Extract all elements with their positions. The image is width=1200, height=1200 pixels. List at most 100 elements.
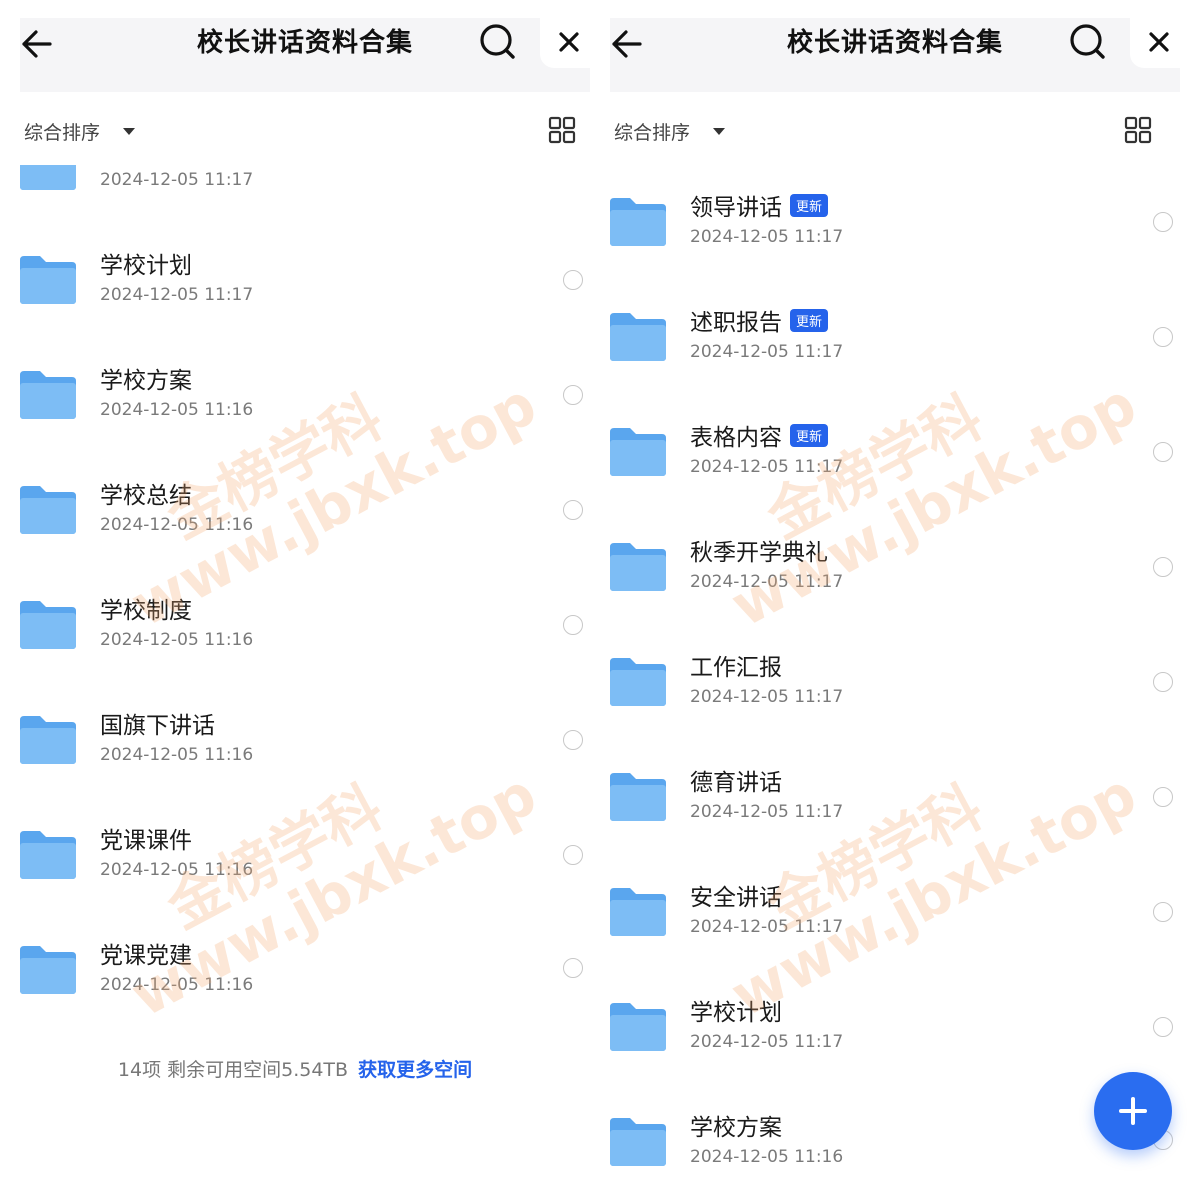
close-button[interactable] xyxy=(540,18,590,68)
item-date: 2024-12-05 11:16 xyxy=(100,860,254,880)
list-item[interactable]: 党课党建 2024-12-05 11:16 xyxy=(0,930,590,1030)
item-date: 2024-12-05 11:16 xyxy=(690,1147,844,1167)
list-item[interactable]: 学校计划 2024-12-05 11:17 xyxy=(610,987,1200,1087)
item-date: 2024-12-05 11:17 xyxy=(100,170,254,190)
plus-icon xyxy=(1131,1097,1135,1125)
item-date: 2024-12-05 11:16 xyxy=(100,400,254,420)
file-list: 2024-12-05 11:17 学校计划 2024-12-05 11:17 学… xyxy=(0,0,590,1200)
item-name-row: 表格内容 更新 xyxy=(690,418,829,452)
caret-down-icon[interactable] xyxy=(123,128,135,135)
item-date: 2024-12-05 11:17 xyxy=(690,687,844,707)
select-radio[interactable] xyxy=(1153,787,1173,807)
folder-icon xyxy=(20,371,76,419)
select-radio[interactable] xyxy=(563,958,583,978)
folder-icon xyxy=(610,1003,666,1051)
item-date: 2024-12-05 11:17 xyxy=(690,457,844,477)
select-radio[interactable] xyxy=(563,730,583,750)
folder-icon xyxy=(20,716,76,764)
item-name: 学校制度 xyxy=(100,598,192,624)
item-date: 2024-12-05 11:17 xyxy=(690,572,844,592)
item-date: 2024-12-05 11:17 xyxy=(690,342,844,362)
select-radio[interactable] xyxy=(1153,212,1173,232)
list-item[interactable]: 表格内容 更新 2024-12-05 11:17 xyxy=(610,412,1200,512)
select-radio[interactable] xyxy=(563,270,583,290)
item-name: 领导讲话 xyxy=(690,195,782,221)
list-item[interactable]: 学校计划 2024-12-05 11:17 xyxy=(0,240,590,340)
item-date: 2024-12-05 11:16 xyxy=(100,975,254,995)
list-item[interactable]: 德育讲话 2024-12-05 11:17 xyxy=(610,757,1200,857)
folder-icon xyxy=(610,773,666,821)
folder-icon xyxy=(610,543,666,591)
sort-bar: 综合排序 xyxy=(24,114,584,150)
update-badge: 更新 xyxy=(790,309,829,332)
item-name: 党课课件 xyxy=(100,828,192,854)
list-item[interactable]: 述职报告 更新 2024-12-05 11:17 xyxy=(610,297,1200,397)
item-date: 2024-12-05 11:16 xyxy=(100,745,254,765)
folder-icon xyxy=(20,601,76,649)
select-radio[interactable] xyxy=(563,845,583,865)
item-name: 秋季开学典礼 xyxy=(690,540,828,566)
item-name: 安全讲话 xyxy=(690,885,782,911)
item-name: 学校计划 xyxy=(690,1000,782,1026)
list-item[interactable]: 学校制度 2024-12-05 11:16 xyxy=(0,585,590,685)
item-date: 2024-12-05 11:17 xyxy=(690,917,844,937)
item-date: 2024-12-05 11:17 xyxy=(690,1032,844,1052)
select-radio[interactable] xyxy=(1153,672,1173,692)
folder-icon xyxy=(610,198,666,246)
list-item[interactable]: 领导讲话 更新 2024-12-05 11:17 xyxy=(610,182,1200,282)
item-date: 2024-12-05 11:17 xyxy=(100,285,254,305)
item-name: 学校方案 xyxy=(690,1115,782,1141)
select-radio[interactable] xyxy=(563,500,583,520)
select-radio[interactable] xyxy=(1153,902,1173,922)
item-name-row: 述职报告 更新 xyxy=(690,303,829,337)
list-item[interactable]: 安全讲话 2024-12-05 11:17 xyxy=(610,872,1200,972)
update-badge: 更新 xyxy=(790,194,829,217)
folder-icon xyxy=(610,313,666,361)
item-name: 学校方案 xyxy=(100,368,192,394)
file-list: 领导讲话 更新 2024-12-05 11:17 述职报告 更新 2024-12-0… xyxy=(610,0,1200,1200)
select-radio[interactable] xyxy=(563,615,583,635)
folder-icon xyxy=(20,831,76,879)
item-name: 国旗下讲话 xyxy=(100,713,215,739)
storage-summary: 14项 剩余可用空间5.54TB xyxy=(117,1059,349,1081)
item-name: 表格内容 xyxy=(690,425,782,451)
close-icon xyxy=(559,32,579,52)
folder-icon xyxy=(20,486,76,534)
folder-icon xyxy=(20,256,76,304)
folder-icon xyxy=(610,1118,666,1166)
item-date: 2024-12-05 11:16 xyxy=(100,630,254,650)
item-date: 2024-12-05 11:17 xyxy=(690,802,844,822)
list-item[interactable]: 学校总结 2024-12-05 11:16 xyxy=(0,470,590,570)
list-item[interactable]: 秋季开学典礼 2024-12-05 11:17 xyxy=(610,527,1200,627)
folder-icon xyxy=(610,658,666,706)
select-radio[interactable] xyxy=(1153,442,1173,462)
list-item[interactable]: 工作汇报 2024-12-05 11:17 xyxy=(610,642,1200,742)
select-radio[interactable] xyxy=(1153,327,1173,347)
item-name: 学校计划 xyxy=(100,253,192,279)
select-radio[interactable] xyxy=(563,385,583,405)
item-name-row: 领导讲话 更新 xyxy=(690,188,829,222)
sort-dropdown[interactable]: 综合排序 xyxy=(24,118,100,145)
list-item[interactable]: 党课课件 2024-12-05 11:16 xyxy=(0,815,590,915)
update-badge: 更新 xyxy=(790,424,829,447)
item-name: 工作汇报 xyxy=(690,655,782,681)
folder-icon xyxy=(610,428,666,476)
left-pane: 2024-12-05 11:17 学校计划 2024-12-05 11:17 学… xyxy=(0,0,590,1200)
search-icon[interactable] xyxy=(478,22,518,62)
add-button[interactable] xyxy=(1094,1072,1172,1150)
right-pane: 校长讲话资料合集 综合排序 领导讲话 更新 2024-12-05 11:17 述… xyxy=(610,0,1200,1200)
item-name: 党课党建 xyxy=(100,943,192,969)
item-name: 学校总结 xyxy=(100,483,192,509)
list-item[interactable]: 学校方案 2024-12-05 11:16 xyxy=(0,355,590,455)
storage-footer: 14项 剩余可用空间5.54TB 获取更多空间 xyxy=(0,1055,590,1082)
item-name: 述职报告 xyxy=(690,310,782,336)
select-radio[interactable] xyxy=(1153,557,1173,577)
list-item[interactable]: 国旗下讲话 2024-12-05 11:16 xyxy=(0,700,590,800)
select-radio[interactable] xyxy=(1153,1017,1173,1037)
item-name: 德育讲话 xyxy=(690,770,782,796)
grid-view-icon[interactable] xyxy=(548,116,576,144)
item-date: 2024-12-05 11:17 xyxy=(690,227,844,247)
get-more-space-link[interactable]: 获取更多空间 xyxy=(358,1059,472,1081)
folder-icon xyxy=(20,946,76,994)
folder-icon xyxy=(610,888,666,936)
